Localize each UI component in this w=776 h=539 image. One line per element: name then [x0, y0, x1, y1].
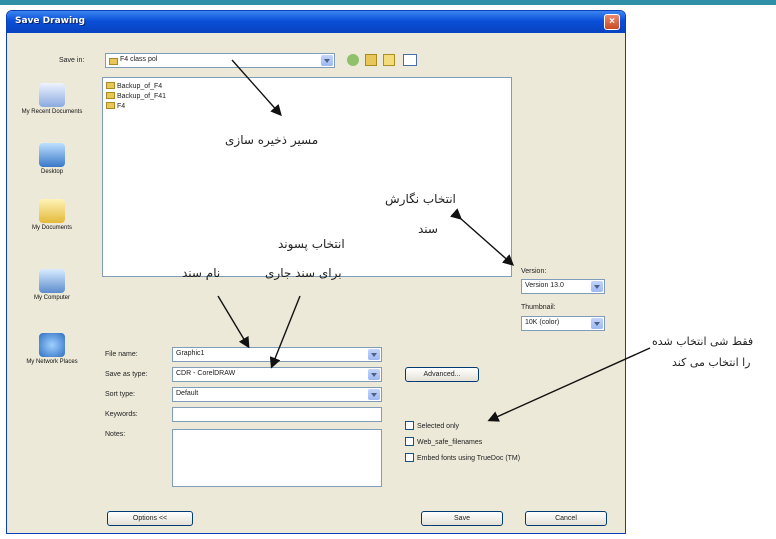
chevron-down-icon	[368, 369, 380, 380]
selected-only-checkbox[interactable]: Selected only	[405, 421, 459, 430]
place-my-network-places[interactable]: My Network Places	[17, 333, 87, 366]
chevron-down-icon	[368, 389, 380, 400]
chevron-down-icon	[591, 281, 603, 292]
chevron-down-icon	[591, 318, 603, 329]
views-icon[interactable]	[403, 54, 417, 66]
version-label: Version:	[521, 268, 547, 275]
close-icon[interactable]: ×	[604, 14, 620, 30]
back-icon[interactable]	[347, 54, 359, 66]
annotation-selection-2: را انتخاب می کند	[672, 356, 751, 369]
save-as-type-label: Save as type:	[105, 371, 148, 378]
sort-type-label: Sort type:	[105, 391, 135, 398]
folder-icon	[106, 92, 115, 99]
keywords-label: Keywords:	[105, 411, 138, 418]
annotation-doc-version-1: انتخاب نگارش	[385, 192, 456, 206]
advanced-button[interactable]: Advanced...	[405, 367, 479, 382]
chevron-down-icon	[368, 349, 380, 360]
chevron-down-icon	[321, 55, 333, 66]
folder-icon	[106, 82, 115, 89]
list-item[interactable]: Backup_of_F41	[106, 92, 166, 100]
my-computer-icon	[39, 269, 65, 293]
recent-documents-icon	[39, 83, 65, 107]
list-item[interactable]: F4	[106, 102, 125, 110]
embed-fonts-checkbox[interactable]: Embed fonts using TrueDoc (TM)	[405, 453, 520, 462]
desktop-icon	[39, 143, 65, 167]
keywords-field[interactable]	[172, 407, 382, 422]
save-in-value: F4 class pol	[120, 56, 158, 63]
place-desktop[interactable]: Desktop	[17, 143, 87, 176]
thumbnail-label: Thumbnail:	[521, 304, 556, 311]
checkbox-box	[405, 421, 414, 430]
folder-icon	[109, 58, 118, 65]
my-documents-icon	[39, 199, 65, 223]
place-my-recent-documents[interactable]: My Recent Documents	[17, 83, 87, 116]
up-folder-icon[interactable]	[365, 54, 377, 66]
annotation-extension-2: برای سند جاری	[265, 266, 342, 280]
sort-type-select[interactable]: Default	[172, 387, 382, 402]
web-safe-filenames-checkbox[interactable]: Web_safe_filenames	[405, 437, 482, 446]
file-name-field[interactable]: Graphic1	[172, 347, 382, 362]
new-folder-icon[interactable]	[383, 54, 395, 66]
cancel-button[interactable]: Cancel	[525, 511, 607, 526]
place-my-documents[interactable]: My Documents	[17, 199, 87, 232]
title-bar: Save Drawing ×	[7, 11, 625, 33]
version-select[interactable]: Version 13.0	[521, 279, 605, 294]
top-accent-line	[0, 0, 776, 5]
notes-textarea[interactable]	[172, 429, 382, 487]
place-my-computer[interactable]: My Computer	[17, 269, 87, 302]
checkbox-box	[405, 453, 414, 462]
list-item[interactable]: Backup_of_F4	[106, 82, 162, 90]
save-in-label: Save in:	[59, 57, 85, 64]
thumbnail-select[interactable]: 10K (color)	[521, 316, 605, 331]
dialog-title: Save Drawing	[15, 16, 85, 26]
network-places-icon	[39, 333, 65, 357]
annotation-extension-1: انتخاب پسوند	[278, 237, 345, 251]
file-icon	[106, 102, 115, 109]
annotation-doc-name: نام سند	[182, 266, 221, 280]
save-in-combo[interactable]: F4 class pol	[105, 53, 335, 68]
save-as-type-select[interactable]: CDR - CorelDRAW	[172, 367, 382, 382]
annotation-selection-1: فقط شی انتخاب شده	[652, 335, 754, 348]
annotation-save-path: مسیر ذخیره سازی	[225, 133, 319, 147]
options-button[interactable]: Options <<	[107, 511, 193, 526]
file-name-label: File name:	[105, 351, 138, 358]
checkbox-box	[405, 437, 414, 446]
annotation-doc-version-2: سند	[418, 222, 438, 236]
notes-label: Notes:	[105, 431, 126, 438]
save-button[interactable]: Save	[421, 511, 503, 526]
